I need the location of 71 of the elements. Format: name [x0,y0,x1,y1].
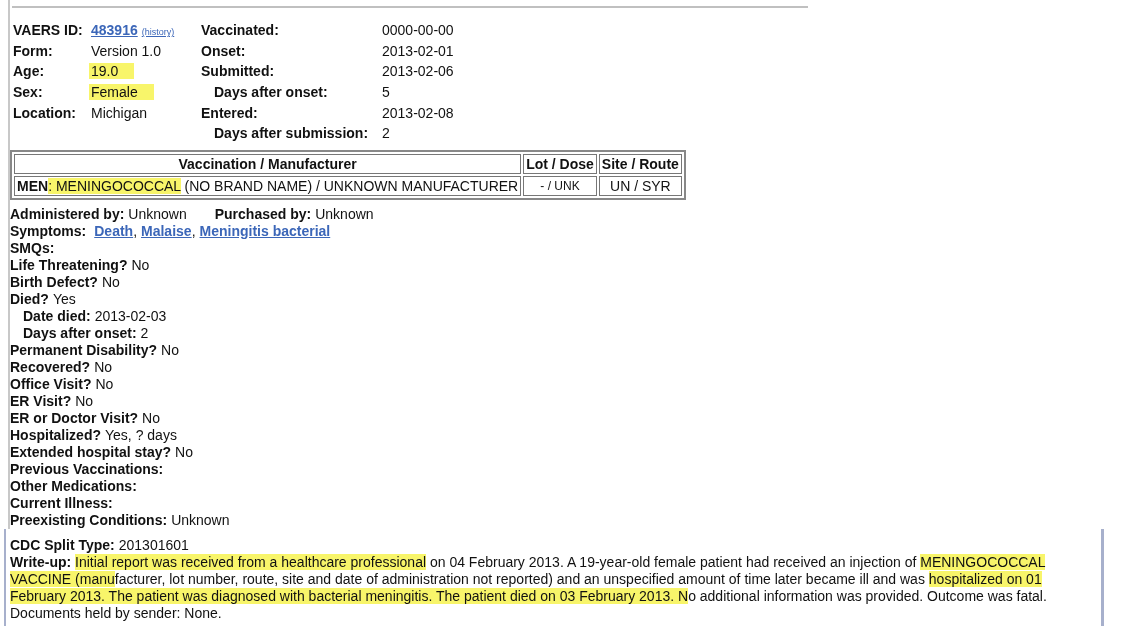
field-value: 0000-00-00 [382,22,454,39]
column-header: Vaccination / Manufacturer [14,153,522,174]
field-label: Hospitalized? [10,426,101,443]
symptom-link[interactable]: Malaise [141,222,192,239]
field-label: Entered: [201,104,259,121]
field-value: No [161,341,179,358]
field-label: Vaccinated: [201,22,280,39]
field-label: Days after onset: [213,84,329,101]
field-label: Days after onset: [23,324,137,341]
field-value: No [94,358,113,375]
field-value: 5 [382,84,390,101]
write-up-text: Write-up: Initial report was received from a healthcare professional on 04 February 2013. A 19-year-old female patient had received an injection of MENINGOCOCCAL VACCINE (manufacturer, lot number, route, site and date of administration not reported) and an unspecified amount of time later became ill and was hospitalized on 01 February 2013. The patient was diagnosed with bacterial meningitis. The patient died on 03 February 2013. No additional information was provided. Outcome was fatal. Documents held by sender: None. [10,554,1048,622]
separator-comma: , [191,222,196,239]
field-value: Version 1.0 [91,42,162,59]
field-value: 201301601 [118,537,189,553]
field-label: Symptoms: [10,222,87,239]
field-label: Onset: [201,42,247,59]
field-label: Life Threatening? [10,256,128,273]
id-link[interactable]: 483916 [91,22,138,39]
field-label: SMQs: [10,239,55,256]
field-label: Location: [13,104,77,121]
field-label: CDC Split Type: [10,537,115,553]
table-cell: UN / SYR [598,175,682,196]
field-value: Unknown [315,205,374,222]
field-value: 2 [382,125,390,142]
column-header: Site / Route [598,153,682,174]
field-value: Female [89,84,154,101]
field-label: VAERS ID: [13,22,84,39]
field-label: Other Medications: [10,477,137,494]
field-label: Date died: [23,307,91,324]
field-label: Submitted: [201,63,276,80]
field-label: ER Visit? [10,392,72,409]
field-value: 2013-02-06 [382,63,454,80]
separator-comma: , [133,222,138,239]
field-label: Administered by: [10,205,125,222]
field-value: Yes, ? days [105,426,177,443]
table-cell: - / UNK [523,175,597,196]
field-value: 2013-02-03 [94,307,167,324]
field-value: No [75,392,94,409]
field-value: No [95,375,114,392]
field-value: 2 [140,324,149,341]
field-value: No [131,256,150,273]
column-header: Lot / Dose [523,153,597,174]
field-label: Preexisting Conditions: [10,511,168,528]
field-value: No [101,273,120,290]
field-label: Purchased by: [214,205,312,222]
field-value: Yes [52,290,76,307]
history-link[interactable]: (history) [141,27,175,38]
field-label: Sex: [13,84,44,101]
field-label: Permanent Disability? [10,341,158,358]
symptom-link[interactable]: Meningitis bacterial [199,222,331,239]
field-label: Birth Defect? [10,273,98,290]
field-value: No [175,443,193,460]
field-value: 19.0 [89,63,135,80]
field-value: Michigan [91,104,148,121]
field-label: Form: [13,42,54,59]
field-label: Died? [10,290,49,307]
table-cell: MEN: MENINGOCOCCAL (NO BRAND NAME) / UNKNOWN MANUFACTURER [14,175,522,196]
field-label: Previous Vaccinations: [10,460,164,477]
field-label: Recovered? [10,358,91,375]
field-label: Current Illness: [10,494,113,511]
field-label: Extended hospital stay? [10,443,172,460]
field-value: Unknown [171,511,230,528]
field-value: 2013-02-01 [382,42,454,59]
field-value: 2013-02-08 [382,104,454,121]
field-label: ER or Doctor Visit? [10,409,139,426]
field-value: No [142,409,160,426]
field-label: Office Visit? [10,375,92,392]
field-label: Age: [13,63,46,80]
field-label: Days after submission: [213,125,370,142]
field-value: Unknown [128,205,187,222]
